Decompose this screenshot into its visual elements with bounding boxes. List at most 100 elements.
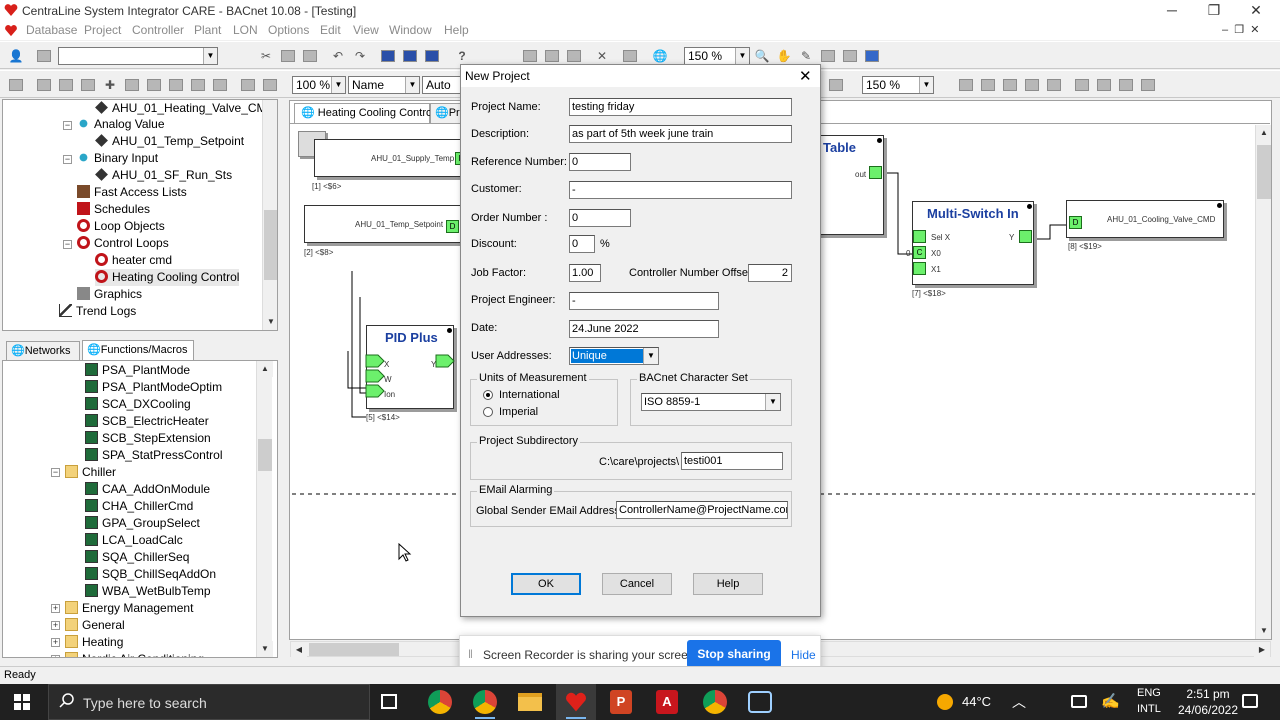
scroll-down-button[interactable]: ▼ <box>263 314 277 330</box>
ctrl-l-icon[interactable] <box>826 75 846 94</box>
tree-item[interactable]: SQB_ChillSeqAddOn <box>85 566 216 583</box>
ctrl-a-icon[interactable] <box>34 75 54 94</box>
zoom-left-combo[interactable]: 100 % ▼ <box>292 76 346 94</box>
tree-item[interactable]: Fast Access Lists <box>77 184 187 201</box>
help-icon[interactable]: ? <box>452 46 472 65</box>
tree-folder[interactable]: Heating <box>65 634 123 651</box>
scroll-right-button[interactable]: ▶ <box>1254 642 1270 658</box>
tool-d-icon[interactable]: ✕ <box>592 46 612 65</box>
tree-item[interactable]: CHA_ChillerCmd <box>85 498 193 515</box>
menu-options[interactable]: Options <box>268 23 309 37</box>
menu-controller[interactable]: Controller <box>132 23 184 37</box>
ctrl-e-icon[interactable] <box>122 75 142 94</box>
expand-icon[interactable]: − <box>63 155 72 164</box>
drag-handle-icon[interactable]: ‖ <box>468 647 473 661</box>
cut-icon[interactable]: ✂ <box>256 46 276 65</box>
powerpoint-icon[interactable]: P <box>610 690 632 714</box>
copy-icon[interactable] <box>278 46 298 65</box>
ctrl-i-icon[interactable] <box>210 75 230 94</box>
expand-icon[interactable]: + <box>51 655 60 657</box>
customer-field[interactable]: - <box>569 181 792 199</box>
tree-item[interactable]: SQA_ChillerSeq <box>85 549 189 566</box>
align-c-icon[interactable] <box>1000 75 1020 94</box>
tool-c-icon[interactable] <box>564 46 584 65</box>
scroll-down-button[interactable]: ▼ <box>1256 623 1271 639</box>
tree-folder[interactable]: Nordic Air Conditioning <box>65 651 204 657</box>
tree-item[interactable]: SCB_StepExtension <box>85 430 211 447</box>
chevron-down-icon[interactable]: ▼ <box>643 348 658 364</box>
screen-recorder-icon[interactable] <box>748 691 772 713</box>
chrome-alt-icon[interactable] <box>703 690 727 714</box>
expand-icon[interactable]: − <box>63 240 72 249</box>
ctrl-h-icon[interactable] <box>188 75 208 94</box>
ctrl-d-icon[interactable]: ✚ <box>100 75 120 94</box>
pin-selx[interactable] <box>913 230 926 243</box>
menu-plant[interactable]: Plant <box>194 23 221 37</box>
menu-view[interactable]: View <box>353 23 379 37</box>
tree-item[interactable]: PSA_PlantModeOptim <box>85 379 222 396</box>
ctrl-f-icon[interactable] <box>144 75 164 94</box>
units-imperial-radio[interactable] <box>483 407 493 417</box>
zoom-right-combo[interactable]: 150 % ▼ <box>862 76 934 94</box>
date-field[interactable]: 24.June 2022 <box>569 320 719 338</box>
language-bottom[interactable]: INTL <box>1137 703 1161 715</box>
tree-item[interactable]: Loop Objects <box>77 218 165 235</box>
pin-c[interactable]: C <box>913 246 926 259</box>
tree-folder[interactable]: Chiller <box>65 464 116 481</box>
scroll-up-button[interactable]: ▲ <box>257 361 273 377</box>
tree-item[interactable]: AHU_01_SF_Run_Sts <box>95 167 232 184</box>
temperature[interactable]: 44°C <box>962 694 991 709</box>
tree-folder[interactable]: General <box>65 617 125 634</box>
tree-item[interactable]: SCA_DXCooling <box>85 396 191 413</box>
gauge-icon[interactable] <box>840 46 860 65</box>
expand-icon[interactable]: + <box>51 621 60 630</box>
units-international-label[interactable]: International <box>499 389 560 401</box>
units-international-radio[interactable] <box>483 390 493 400</box>
minimize-button[interactable]: ─ <box>1152 0 1192 21</box>
pin-d[interactable]: D <box>1069 216 1082 229</box>
binoculars-icon[interactable] <box>34 46 54 65</box>
tool-a-icon[interactable] <box>520 46 540 65</box>
tree-item[interactable]: SPA_StatPressControl <box>85 447 223 464</box>
clock-date[interactable]: 24/06/2022 <box>1173 703 1243 717</box>
description-field[interactable]: as part of 5th week june train <box>569 125 792 143</box>
project-name-field[interactable]: testing friday <box>569 98 792 116</box>
supply-temp-block[interactable]: AHU_01_Supply_Temp D <box>314 139 468 177</box>
scroll-thumb[interactable] <box>1257 145 1271 199</box>
tree-item-selected[interactable]: Heating Cooling Control <box>95 269 240 286</box>
tree-scrollbar[interactable]: ▼ <box>262 100 277 330</box>
align-a-icon[interactable] <box>956 75 976 94</box>
menu-project[interactable]: Project <box>84 23 121 37</box>
email-field[interactable]: ControllerName@ProjectName.com <box>616 501 788 519</box>
functions-scrollbar[interactable]: ▲ ▼ <box>256 361 273 657</box>
language-top[interactable]: ENG <box>1137 687 1161 699</box>
align-i-icon[interactable] <box>1138 75 1158 94</box>
scroll-thumb[interactable] <box>264 210 277 280</box>
tool-e-icon[interactable] <box>620 46 640 65</box>
temp-setpoint-block[interactable]: AHU_01_Temp_Setpoint D <box>304 205 462 243</box>
close-button[interactable]: ✕ <box>1236 0 1276 21</box>
care-heart-icon[interactable] <box>556 684 596 720</box>
align-d-icon[interactable] <box>1022 75 1042 94</box>
camera-icon[interactable] <box>1071 695 1087 708</box>
tree-item[interactable]: heater cmd <box>95 252 172 269</box>
tab-functions-macros[interactable]: 🌐Functions/Macros <box>82 340 194 360</box>
pencil-icon[interactable]: ✎ <box>796 46 816 65</box>
task-view-icon[interactable] <box>381 694 397 709</box>
person-icon[interactable]: 👤 <box>6 46 26 65</box>
tree-item[interactable]: AHU_01_Heating_Valve_CMD <box>95 100 275 117</box>
window-b-icon[interactable] <box>400 46 420 65</box>
tree-item[interactable]: AHU_01_Temp_Setpoint <box>95 133 244 150</box>
engineer-field[interactable]: - <box>569 292 719 310</box>
chevron-down-icon[interactable]: ▼ <box>765 394 780 410</box>
hand-icon[interactable]: ✋ <box>774 46 794 65</box>
chrome-profile-icon[interactable] <box>473 690 497 714</box>
tool-b-icon[interactable] <box>542 46 562 65</box>
ctrl-g-icon[interactable] <box>166 75 186 94</box>
scroll-down-button[interactable]: ▼ <box>257 641 273 657</box>
window-c-icon[interactable] <box>422 46 442 65</box>
tree-item[interactable]: PSA_PlantMode <box>85 362 190 379</box>
discount-field[interactable]: 0 <box>569 235 595 253</box>
menu-window[interactable]: Window <box>389 23 432 37</box>
redo-icon[interactable]: ↷ <box>350 46 370 65</box>
